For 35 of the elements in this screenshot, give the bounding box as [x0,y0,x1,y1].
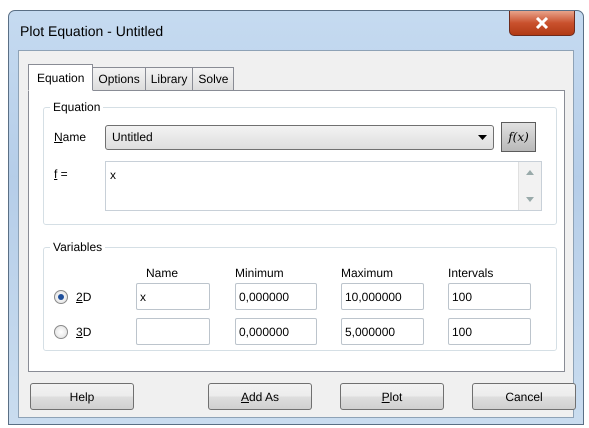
tab[interactable]: Equation [28,64,94,91]
dropdown-arrow-icon [478,134,487,140]
column-header: Maximum [341,266,394,280]
radio-label[interactable]: 3D [76,324,92,338]
maximum-field[interactable]: 5,000000 [341,318,424,345]
dialog-button[interactable]: Cancel [472,383,576,410]
dialog-button[interactable]: Plot [340,383,444,410]
tab[interactable]: Solve [192,67,234,90]
dialog-button[interactable]: Add As [208,383,312,410]
close-button[interactable] [509,11,575,36]
name-field[interactable]: x [136,283,210,310]
tab[interactable]: Options [92,67,146,90]
minimum-field[interactable]: 0,000000 [235,283,317,310]
scrollbar[interactable] [518,162,541,210]
minimum-field[interactable]: 0,000000 [235,318,317,345]
function-button[interactable]: f(x) [501,122,536,152]
tab[interactable]: Library [144,67,194,90]
intervals-field[interactable]: 100 [448,283,531,310]
column-header: Intervals [448,266,494,280]
scroll-up-icon [526,170,534,175]
column-header: Name [146,266,178,280]
name-field[interactable] [136,318,210,345]
name-label: Name [54,130,88,144]
radio-label[interactable]: 2D [76,290,92,304]
equation-field[interactable]: x [105,161,542,211]
intervals-field[interactable]: 100 [448,318,531,345]
f-label: f = [54,166,69,181]
close-icon [535,17,549,29]
maximum-field[interactable]: 10,000000 [341,283,424,310]
column-header: Minimum [235,266,284,280]
dialog-button[interactable]: Help [30,383,134,410]
scroll-down-icon [526,197,534,202]
name-dropdown[interactable]: Untitled [105,124,494,150]
group-title: Equation [50,99,104,115]
window-title: Plot Equation - Untitled [20,22,164,38]
